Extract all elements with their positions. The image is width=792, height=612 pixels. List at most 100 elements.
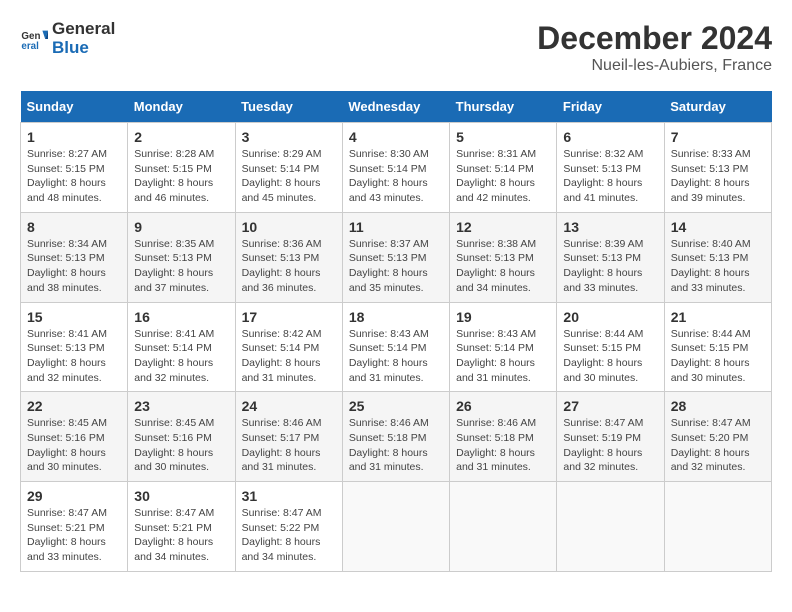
calendar-cell: 27Sunrise: 8:47 AMSunset: 5:19 PMDayligh… bbox=[557, 392, 664, 482]
calendar-cell bbox=[342, 482, 449, 572]
header-saturday: Saturday bbox=[664, 91, 771, 123]
calendar-cell: 29 Sunrise: 8:47 AMSunset: 5:21 PMDayligh… bbox=[21, 482, 128, 572]
calendar-cell: 13 Sunrise: 8:39 AMSunset: 5:13 PMDayligh… bbox=[557, 212, 664, 302]
day-detail: Sunrise: 8:43 AMSunset: 5:14 PMDaylight:… bbox=[349, 327, 443, 386]
header-thursday: Thursday bbox=[450, 91, 557, 123]
day-number: 20 bbox=[563, 309, 657, 325]
calendar-cell: 17 Sunrise: 8:42 AMSunset: 5:14 PMDayligh… bbox=[235, 302, 342, 392]
day-number: 31 bbox=[242, 488, 336, 504]
day-number: 19 bbox=[456, 309, 550, 325]
day-number: 9 bbox=[134, 219, 228, 235]
day-detail: Sunrise: 8:47 AMSunset: 5:22 PMDaylight:… bbox=[242, 506, 336, 565]
day-detail: Sunrise: 8:45 AMSunset: 5:16 PMDaylight:… bbox=[27, 416, 121, 475]
day-detail: Sunrise: 8:47 AMSunset: 5:21 PMDaylight:… bbox=[27, 506, 121, 565]
day-detail: Sunrise: 8:40 AMSunset: 5:13 PMDaylight:… bbox=[671, 237, 765, 296]
day-detail: Sunrise: 8:33 AMSunset: 5:13 PMDaylight:… bbox=[671, 147, 765, 206]
calendar-cell: 10 Sunrise: 8:36 AMSunset: 5:13 PMDayligh… bbox=[235, 212, 342, 302]
day-number: 27 bbox=[563, 398, 657, 414]
calendar-cell: 20 Sunrise: 8:44 AMSunset: 5:15 PMDayligh… bbox=[557, 302, 664, 392]
day-detail: Sunrise: 8:44 AMSunset: 5:15 PMDaylight:… bbox=[671, 327, 765, 386]
day-number: 26 bbox=[456, 398, 550, 414]
day-detail: Sunrise: 8:42 AMSunset: 5:14 PMDaylight:… bbox=[242, 327, 336, 386]
day-detail: Sunrise: 8:27 AMSunset: 5:15 PMDaylight:… bbox=[27, 147, 121, 206]
calendar-cell: 3Sunrise: 8:29 AMSunset: 5:14 PMDaylight… bbox=[235, 123, 342, 213]
day-number: 15 bbox=[27, 309, 121, 325]
day-detail: Sunrise: 8:47 AMSunset: 5:20 PMDaylight:… bbox=[671, 416, 765, 475]
day-detail: Sunrise: 8:41 AMSunset: 5:13 PMDaylight:… bbox=[27, 327, 121, 386]
calendar-cell: 15 Sunrise: 8:41 AMSunset: 5:13 PMDayligh… bbox=[21, 302, 128, 392]
day-number: 17 bbox=[242, 309, 336, 325]
day-number: 18 bbox=[349, 309, 443, 325]
calendar-cell: 16 Sunrise: 8:41 AMSunset: 5:14 PMDayligh… bbox=[128, 302, 235, 392]
day-number: 14 bbox=[671, 219, 765, 235]
header-friday: Friday bbox=[557, 91, 664, 123]
calendar-cell: 14 Sunrise: 8:40 AMSunset: 5:13 PMDayligh… bbox=[664, 212, 771, 302]
day-detail: Sunrise: 8:39 AMSunset: 5:13 PMDaylight:… bbox=[563, 237, 657, 296]
day-number: 16 bbox=[134, 309, 228, 325]
day-detail: Sunrise: 8:28 AMSunset: 5:15 PMDaylight:… bbox=[134, 147, 228, 206]
calendar-cell: 2Sunrise: 8:28 AMSunset: 5:15 PMDaylight… bbox=[128, 123, 235, 213]
day-number: 7 bbox=[671, 129, 765, 145]
day-detail: Sunrise: 8:45 AMSunset: 5:16 PMDaylight:… bbox=[134, 416, 228, 475]
header-monday: Monday bbox=[128, 91, 235, 123]
calendar-cell: 21Sunrise: 8:44 AMSunset: 5:15 PMDayligh… bbox=[664, 302, 771, 392]
day-detail: Sunrise: 8:46 AMSunset: 5:18 PMDaylight:… bbox=[349, 416, 443, 475]
day-detail: Sunrise: 8:41 AMSunset: 5:14 PMDaylight:… bbox=[134, 327, 228, 386]
calendar-cell bbox=[664, 482, 771, 572]
header-wednesday: Wednesday bbox=[342, 91, 449, 123]
day-detail: Sunrise: 8:36 AMSunset: 5:13 PMDaylight:… bbox=[242, 237, 336, 296]
day-number: 11 bbox=[349, 219, 443, 235]
calendar-cell: 25 Sunrise: 8:46 AMSunset: 5:18 PMDayligh… bbox=[342, 392, 449, 482]
day-number: 8 bbox=[27, 219, 121, 235]
calendar-cell: 23 Sunrise: 8:45 AMSunset: 5:16 PMDayligh… bbox=[128, 392, 235, 482]
week-row-2: 8 Sunrise: 8:34 AMSunset: 5:13 PMDaylight… bbox=[21, 212, 772, 302]
subtitle: Nueil-les-Aubiers, France bbox=[537, 57, 772, 75]
day-number: 4 bbox=[349, 129, 443, 145]
calendar-cell: 18 Sunrise: 8:43 AMSunset: 5:14 PMDayligh… bbox=[342, 302, 449, 392]
day-detail: Sunrise: 8:29 AMSunset: 5:14 PMDaylight:… bbox=[242, 147, 336, 206]
day-detail: Sunrise: 8:30 AMSunset: 5:14 PMDaylight:… bbox=[349, 147, 443, 206]
calendar-cell: 11 Sunrise: 8:37 AMSunset: 5:13 PMDayligh… bbox=[342, 212, 449, 302]
calendar-cell: 6Sunrise: 8:32 AMSunset: 5:13 PMDaylight… bbox=[557, 123, 664, 213]
calendar-cell: 22Sunrise: 8:45 AMSunset: 5:16 PMDayligh… bbox=[21, 392, 128, 482]
day-number: 30 bbox=[134, 488, 228, 504]
day-detail: Sunrise: 8:46 AMSunset: 5:18 PMDaylight:… bbox=[456, 416, 550, 475]
day-number: 29 bbox=[27, 488, 121, 504]
svg-text:eral: eral bbox=[21, 40, 39, 51]
day-number: 13 bbox=[563, 219, 657, 235]
calendar-cell: 8 Sunrise: 8:34 AMSunset: 5:13 PMDaylight… bbox=[21, 212, 128, 302]
day-number: 1 bbox=[27, 129, 121, 145]
calendar-cell bbox=[450, 482, 557, 572]
calendar-cell bbox=[557, 482, 664, 572]
week-row-4: 22Sunrise: 8:45 AMSunset: 5:16 PMDayligh… bbox=[21, 392, 772, 482]
day-number: 25 bbox=[349, 398, 443, 414]
day-number: 5 bbox=[456, 129, 550, 145]
day-number: 23 bbox=[134, 398, 228, 414]
week-row-5: 29 Sunrise: 8:47 AMSunset: 5:21 PMDayligh… bbox=[21, 482, 772, 572]
logo-line2: Blue bbox=[52, 39, 115, 58]
calendar-cell: 31 Sunrise: 8:47 AMSunset: 5:22 PMDayligh… bbox=[235, 482, 342, 572]
calendar-table: SundayMondayTuesdayWednesdayThursdayFrid… bbox=[20, 91, 772, 572]
calendar-cell: 26 Sunrise: 8:46 AMSunset: 5:18 PMDayligh… bbox=[450, 392, 557, 482]
logo-icon: Gen eral bbox=[20, 25, 48, 53]
calendar-cell: 4 Sunrise: 8:30 AMSunset: 5:14 PMDaylight… bbox=[342, 123, 449, 213]
day-number: 6 bbox=[563, 129, 657, 145]
logo-line1: General bbox=[52, 20, 115, 39]
day-detail: Sunrise: 8:44 AMSunset: 5:15 PMDaylight:… bbox=[563, 327, 657, 386]
day-detail: Sunrise: 8:37 AMSunset: 5:13 PMDaylight:… bbox=[349, 237, 443, 296]
day-detail: Sunrise: 8:34 AMSunset: 5:13 PMDaylight:… bbox=[27, 237, 121, 296]
week-row-1: 1 Sunrise: 8:27 AMSunset: 5:15 PMDaylight… bbox=[21, 123, 772, 213]
day-detail: Sunrise: 8:47 AMSunset: 5:21 PMDaylight:… bbox=[134, 506, 228, 565]
day-detail: Sunrise: 8:43 AMSunset: 5:14 PMDaylight:… bbox=[456, 327, 550, 386]
calendar-cell: 19 Sunrise: 8:43 AMSunset: 5:14 PMDayligh… bbox=[450, 302, 557, 392]
day-number: 12 bbox=[456, 219, 550, 235]
day-number: 24 bbox=[242, 398, 336, 414]
calendar-cell: 5Sunrise: 8:31 AMSunset: 5:14 PMDaylight… bbox=[450, 123, 557, 213]
day-detail: Sunrise: 8:38 AMSunset: 5:13 PMDaylight:… bbox=[456, 237, 550, 296]
calendar-cell: 12 Sunrise: 8:38 AMSunset: 5:13 PMDayligh… bbox=[450, 212, 557, 302]
day-number: 10 bbox=[242, 219, 336, 235]
header-sunday: Sunday bbox=[21, 91, 128, 123]
calendar-cell: 30 Sunrise: 8:47 AMSunset: 5:21 PMDayligh… bbox=[128, 482, 235, 572]
logo: Gen eral General Blue bbox=[20, 20, 115, 57]
main-title: December 2024 bbox=[537, 20, 772, 57]
